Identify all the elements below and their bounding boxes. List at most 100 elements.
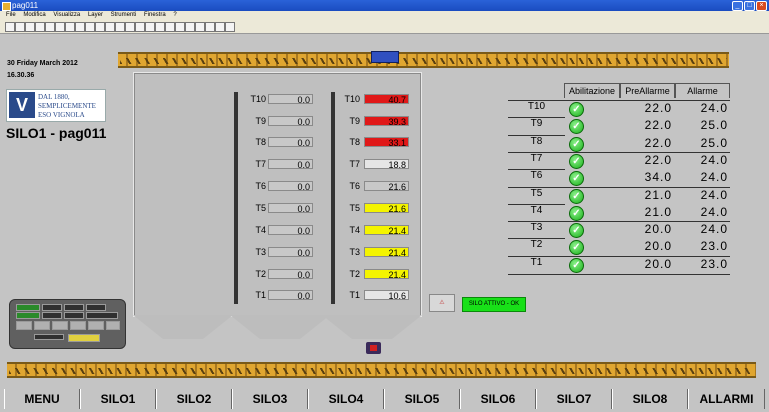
enable-check-icon[interactable]: ✓ (569, 171, 584, 187)
nav-button-silo1[interactable]: SILO1 (80, 389, 156, 409)
nav-button-silo4[interactable]: SILO4 (308, 389, 384, 409)
toolbar-icon[interactable] (185, 22, 195, 32)
app-icon (2, 2, 11, 11)
sensor-label: T6 (255, 181, 266, 191)
menu-item-view[interactable]: Visualizza (53, 12, 80, 18)
silo-status-button[interactable]: SILO ATTIVO - OK (462, 297, 526, 312)
sensor-value: 0.0 (268, 225, 313, 236)
nav-button-silo8[interactable]: SILO8 (612, 389, 688, 409)
sensor-value: 21.6 (364, 181, 409, 192)
menu-item-window[interactable]: Finestra (144, 12, 166, 18)
toolbar-icon[interactable] (55, 22, 65, 32)
toolbar-icon[interactable] (15, 22, 25, 32)
prealarm-value: 21.0 (644, 187, 672, 202)
alarm-value: 24.0 (700, 101, 728, 115)
toolbar-icon[interactable] (155, 22, 165, 32)
enable-check-icon[interactable]: ✓ (569, 102, 584, 117)
nav-button-silo6[interactable]: SILO6 (460, 389, 536, 409)
toolbar-icon[interactable] (205, 22, 215, 32)
logo-line: DAL 1880, (38, 93, 70, 101)
nav-button-silo3[interactable]: SILO3 (232, 389, 308, 409)
enable-check-icon[interactable]: ✓ (569, 223, 584, 239)
menu-item-tools[interactable]: Strumenti (111, 12, 137, 18)
sensor-value: 0.0 (268, 203, 313, 214)
nav-button-silo5[interactable]: SILO5 (384, 389, 460, 409)
toolbar-icon[interactable] (75, 22, 85, 32)
panel-button[interactable] (52, 321, 68, 330)
nav-button-allarmi[interactable]: ALLARMI (688, 389, 765, 409)
sensor-label: T3 (255, 247, 266, 257)
prealarm-value: 20.0 (644, 239, 672, 254)
prealarm-value: 22.0 (644, 101, 672, 115)
panel-indicator (16, 304, 40, 311)
header-allarme: Allarme (675, 83, 730, 98)
nav-button-silo2[interactable]: SILO2 (156, 389, 232, 409)
nav-button-silo7[interactable]: SILO7 (536, 389, 612, 409)
silo-hopper (322, 315, 422, 339)
menu-item-file[interactable]: File (6, 12, 16, 18)
toolbar-icon[interactable] (225, 22, 235, 32)
toolbar-icon[interactable] (25, 22, 35, 32)
toolbar-icon[interactable] (35, 22, 45, 32)
sensor-label: T7 (349, 159, 360, 169)
toolbar-icon[interactable] (215, 22, 225, 32)
sensor-label: T8 (255, 137, 266, 147)
maximize-button[interactable]: □ (744, 1, 755, 11)
alarm-value: 25.0 (700, 135, 728, 150)
toolbar-icon[interactable] (5, 22, 15, 32)
row-divider (508, 221, 730, 223)
sensor-label: T2 (255, 269, 266, 279)
row-divider (508, 134, 565, 136)
toolbar-icon[interactable] (125, 22, 135, 32)
toolbar-icon[interactable] (95, 22, 105, 32)
panel-button[interactable] (106, 321, 120, 330)
toolbar-icon[interactable] (115, 22, 125, 32)
toolbar-icon[interactable] (135, 22, 145, 32)
toolbar-icon[interactable] (165, 22, 175, 32)
sensor-label: T4 (255, 225, 266, 235)
enable-check-icon[interactable]: ✓ (569, 188, 584, 204)
toolbar-icon[interactable] (85, 22, 95, 32)
logo-mark-icon: V (9, 92, 35, 118)
alarm-row-label: T6 (530, 170, 543, 182)
sensor-label: T1 (349, 290, 360, 300)
panel-button[interactable] (16, 321, 32, 330)
sensor-value: 0.0 (268, 159, 313, 170)
page-title: SILO1 - pag011 (6, 125, 107, 141)
enable-check-icon[interactable]: ✓ (569, 136, 584, 152)
menu-item-help[interactable]: ? (173, 12, 176, 18)
alarm-value: 25.0 (700, 118, 728, 133)
menu-item-edit[interactable]: Modifica (23, 12, 45, 18)
nav-button-menu[interactable]: MENU (4, 389, 80, 409)
toolbar-icon[interactable] (45, 22, 55, 32)
sensor-label: T10 (250, 94, 266, 104)
enable-check-icon[interactable]: ✓ (569, 153, 584, 169)
minimize-button[interactable]: _ (732, 1, 743, 11)
panel-button[interactable] (88, 321, 104, 330)
toolbar-icon[interactable] (195, 22, 205, 32)
sensor-value: 21.4 (364, 269, 409, 280)
toolbar-icon[interactable] (65, 22, 75, 32)
row-divider (508, 151, 730, 153)
sensor-value: 21.4 (364, 247, 409, 258)
alarm-row-label: T2 (530, 239, 543, 251)
sensor-value: 39.3 (364, 116, 409, 127)
toolbar-icon[interactable] (175, 22, 185, 32)
enable-check-icon[interactable]: ✓ (569, 119, 584, 135)
sensor-value: 0.0 (268, 137, 313, 148)
toolbar-icon[interactable] (105, 22, 115, 32)
close-button[interactable]: × (756, 1, 767, 11)
panel-indicator (68, 334, 100, 342)
panel-button[interactable] (70, 321, 86, 330)
alarm-icon[interactable]: ⚠ (429, 294, 455, 312)
row-divider (508, 203, 565, 205)
enable-check-icon[interactable]: ✓ (569, 205, 584, 221)
prealarm-value: 22.0 (644, 118, 672, 133)
sensor-label: T4 (349, 225, 360, 235)
menu-item-layer[interactable]: Layer (88, 12, 103, 18)
enable-check-icon[interactable]: ✓ (569, 257, 584, 273)
enable-check-icon[interactable]: ✓ (569, 240, 584, 256)
panel-button[interactable] (34, 321, 50, 330)
header-abilitazione: Abilitazione (564, 83, 620, 98)
toolbar-icon[interactable] (145, 22, 155, 32)
